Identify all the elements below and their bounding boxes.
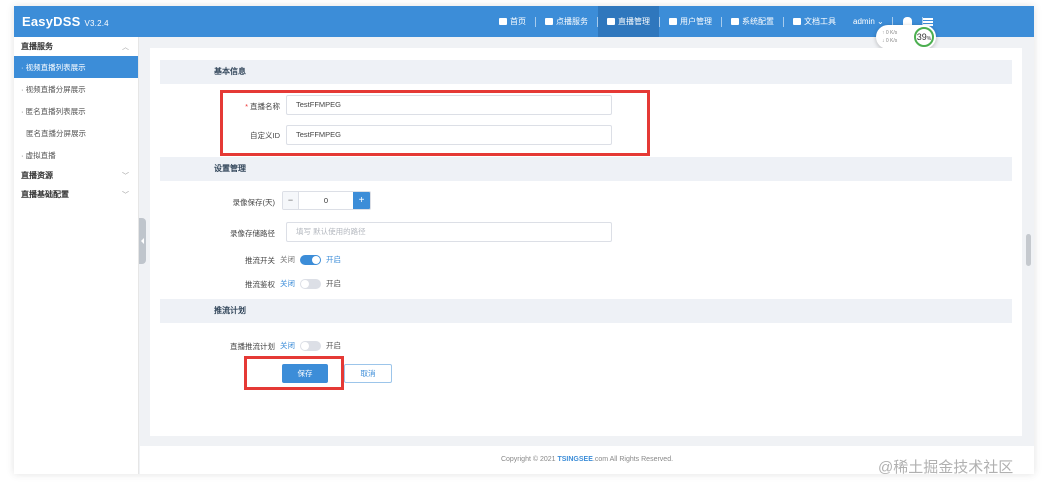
nav-live[interactable]: 直播管理: [598, 6, 659, 37]
nav-system-label: 系统配置: [742, 17, 774, 26]
stepper-minus-button[interactable]: −: [283, 192, 299, 209]
sidebar-item-anon-split[interactable]: 匿名直播分屏展示: [14, 122, 138, 144]
switch-knob: [301, 341, 309, 350]
chevron-down-icon: ﹀: [122, 172, 129, 180]
push-auth-on-label: 开启: [326, 279, 341, 288]
push-switch-row: 关闭 开启: [280, 254, 341, 265]
push-plan-row: 关闭 开启: [280, 340, 341, 351]
main-content: 基本信息 * 直播名称 TestFFMPEG 自定义ID TestFFMPEG 设…: [150, 48, 1022, 436]
download-rate: ↓ 0 K/s: [882, 38, 898, 44]
sidebar-item-anon-list[interactable]: · 匿名直播列表展示: [14, 100, 138, 122]
push-auth-label: 推流鉴权: [245, 280, 275, 289]
footer-brand-link[interactable]: TSINGSEE: [557, 456, 592, 463]
highlight-box-save: [244, 356, 344, 390]
record-path-label: 录像存储路径: [230, 229, 275, 238]
sidebar-item-virtual-live[interactable]: · 虚拟直播: [14, 144, 138, 166]
nav-system[interactable]: 系统配置: [722, 6, 783, 37]
sidebar-item-live-split[interactable]: · 视频直播分屏展示: [14, 78, 138, 100]
record-path-input[interactable]: 填写 默认使用的路径: [286, 222, 612, 242]
push-plan-label: 直播推流计划: [230, 342, 275, 351]
sidebar: 直播服务 ︿ · 视频直播列表展示 · 视频直播分屏展示 · 匿名直播列表展示 …: [14, 37, 139, 474]
gear-icon: [731, 18, 739, 25]
footer-prefix: Copyright © 2021: [500, 456, 558, 463]
sidebar-group-live-resources[interactable]: 直播资源 ﹀: [14, 166, 138, 185]
usage-percent: 39: [916, 32, 927, 42]
watermark: @稀土掘金技术社区: [878, 459, 1014, 476]
sidebar-group-live-config[interactable]: 直播基础配置 ﹀: [14, 185, 138, 204]
nav-docs[interactable]: 文档工具: [784, 6, 845, 37]
switch-knob: [312, 255, 320, 264]
switch-knob: [301, 279, 309, 288]
version-label: V3.2.4: [84, 19, 109, 28]
push-plan-off-label: 关闭: [280, 341, 295, 350]
section-basic-info: 基本信息: [160, 60, 1012, 84]
stepper-value[interactable]: 0: [299, 192, 353, 209]
network-rates: ↑ 0 K/s ↓ 0 K/s: [882, 29, 897, 45]
section-push-plan: 推流计划: [160, 299, 1012, 323]
cloud-icon: [499, 18, 507, 25]
doc-icon: [793, 18, 801, 25]
live-icon: [607, 18, 615, 25]
footer-suffix: .com All Rights Reserved.: [592, 456, 674, 463]
scrollbar-thumb[interactable]: [1026, 234, 1031, 266]
sidebar-group-label: 直播基础配置: [21, 190, 69, 199]
nav-home-label: 首页: [510, 17, 526, 26]
user-icon: [669, 18, 677, 25]
upload-rate: ↑ 0 K/s: [882, 30, 898, 36]
stepper-plus-button[interactable]: +: [353, 192, 370, 209]
chevron-down-icon: ﹀: [122, 191, 129, 199]
push-switch-label: 推流开关: [245, 256, 275, 265]
sidebar-group-label: 直播资源: [21, 171, 53, 180]
sidebar-collapse-handle[interactable]: [139, 218, 146, 264]
nav-home[interactable]: 首页: [490, 6, 535, 37]
push-switch-off-label: 关闭: [280, 255, 295, 264]
brand-name: EasyDSS: [22, 14, 81, 29]
highlight-box-name-fields: [220, 90, 650, 156]
network-speed-widget[interactable]: ↑ 0 K/s ↓ 0 K/s 39%: [876, 25, 936, 49]
nav-users[interactable]: 用户管理: [660, 6, 721, 37]
push-auth-off-label: 关闭: [280, 279, 295, 288]
nav-users-label: 用户管理: [680, 17, 712, 26]
sidebar-group-live-service[interactable]: 直播服务 ︿: [14, 37, 138, 56]
app-window: EasyDSS V3.2.4 首页 点播服务 直播管理 用户管理 系统配置 文档工…: [14, 6, 1034, 474]
sidebar-group-label: 直播服务: [21, 42, 53, 51]
chevron-up-icon: ︿: [122, 43, 129, 51]
usage-unit: %: [926, 36, 932, 42]
push-switch-on-label: 开启: [326, 255, 341, 264]
push-plan-toggle[interactable]: [300, 340, 321, 351]
usage-gauge: 39%: [914, 27, 934, 47]
record-days-label: 录像保存(天): [232, 198, 276, 207]
brand-logo[interactable]: EasyDSS V3.2.4: [22, 14, 109, 29]
username: admin: [853, 17, 875, 26]
cancel-button[interactable]: 取消: [344, 364, 392, 383]
push-plan-on-label: 开启: [326, 341, 341, 350]
record-days-stepper[interactable]: − 0 +: [282, 191, 371, 210]
nav-live-label: 直播管理: [618, 17, 650, 26]
nav-docs-label: 文档工具: [804, 17, 836, 26]
top-nav: 首页 点播服务 直播管理 用户管理 系统配置 文档工具 admin ⌄: [490, 6, 943, 37]
sidebar-item-live-list[interactable]: · 视频直播列表展示: [14, 56, 138, 78]
nav-vod-label: 点播服务: [556, 17, 588, 26]
video-icon: [545, 18, 553, 25]
section-settings: 设置管理: [160, 157, 1012, 181]
chevron-down-icon: ⌄: [877, 17, 884, 26]
nav-vod[interactable]: 点播服务: [536, 6, 597, 37]
push-auth-toggle[interactable]: [300, 278, 321, 289]
push-switch-toggle[interactable]: [300, 254, 321, 265]
push-auth-row: 关闭 开启: [280, 278, 341, 289]
